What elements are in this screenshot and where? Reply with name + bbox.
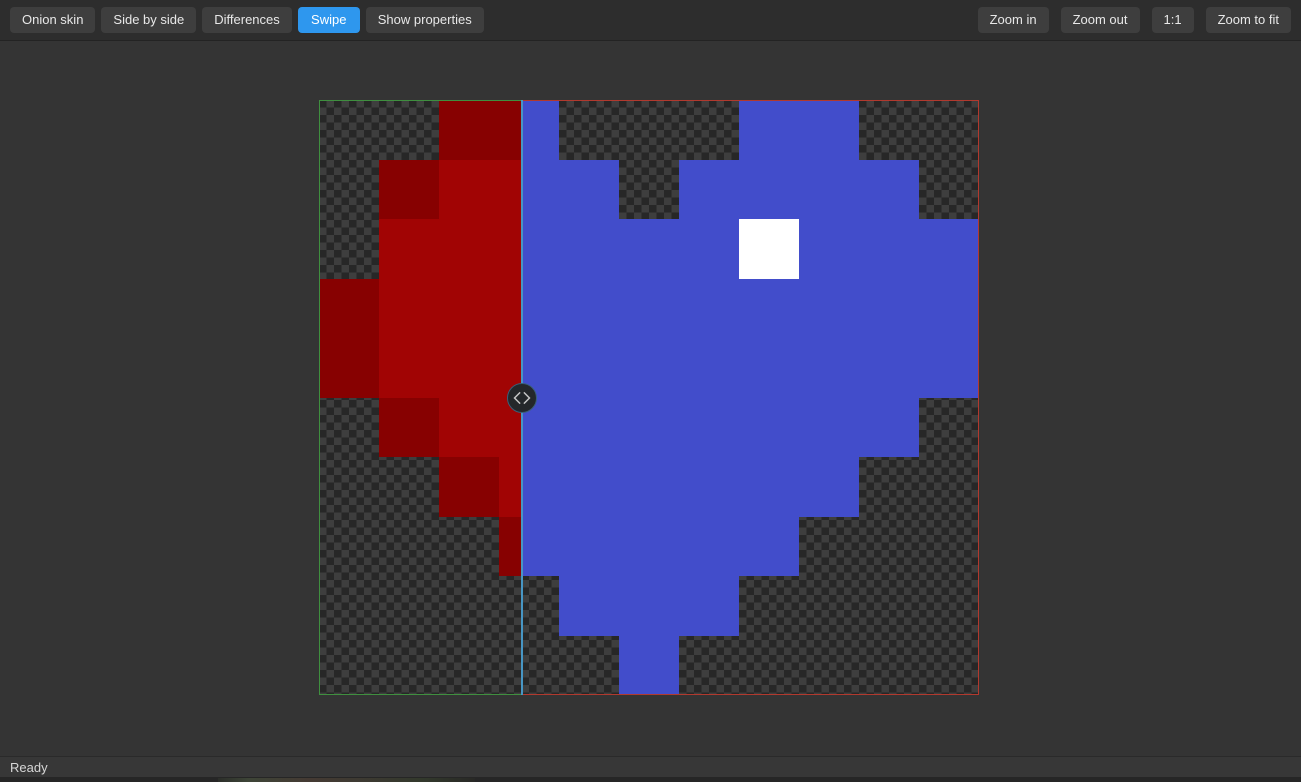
pixel-cell (439, 100, 499, 160)
pixel-cell (919, 338, 979, 398)
pixel-cell (619, 517, 679, 577)
pixel-cell (739, 398, 799, 458)
pixel-cell (559, 160, 619, 220)
pixel-cell (499, 517, 522, 577)
pixel-cell (379, 160, 439, 220)
pixel-cell (439, 457, 499, 517)
pixel-cell (379, 398, 439, 458)
after-image-layer (522, 100, 979, 695)
view-mode-onion-skin[interactable]: Onion skin (10, 7, 95, 33)
button-zoom-out[interactable]: Zoom out (1061, 7, 1140, 33)
statusbar: Ready (0, 756, 1301, 777)
pixel-cell (499, 457, 522, 517)
status-text: Ready (10, 760, 48, 775)
pixel-cell (679, 219, 739, 279)
pixel-cell (859, 160, 919, 220)
pixel-cell (379, 219, 439, 279)
pixel-cell (799, 279, 859, 339)
pixel-cell (619, 338, 679, 398)
pixel-cell (499, 219, 522, 279)
image-diff-view (319, 100, 979, 695)
pixel-cell (619, 279, 679, 339)
pixel-cell (522, 219, 559, 279)
pixel-cell (379, 279, 439, 339)
pixel-cell (319, 338, 379, 398)
before-image-layer (319, 100, 522, 695)
view-mode-swipe[interactable]: Swipe (298, 7, 360, 33)
pixel-cell (559, 457, 619, 517)
pixel-cell (919, 219, 979, 279)
view-mode-show-properties[interactable]: Show properties (366, 7, 484, 33)
pixel-cell (439, 219, 499, 279)
pixel-cell (499, 100, 522, 160)
pixel-cell (679, 457, 739, 517)
button-zoom-in[interactable]: Zoom in (978, 7, 1049, 33)
swipe-chevrons-icon (508, 383, 536, 413)
pixel-cell (619, 636, 679, 696)
pixel-cell (522, 160, 559, 220)
pixel-cell (679, 576, 739, 636)
pixel-cell (679, 279, 739, 339)
pixel-cell (619, 219, 679, 279)
pixel-cell (799, 219, 859, 279)
pixel-cell (559, 219, 619, 279)
bottom-edge-tint (218, 778, 475, 782)
pixel-cell (679, 398, 739, 458)
swipe-handle[interactable] (507, 383, 537, 413)
pixel-cell (522, 457, 559, 517)
pixel-cell (799, 100, 859, 160)
pixel-cell (799, 398, 859, 458)
pixel-cell (739, 219, 799, 279)
pixel-cell (439, 398, 499, 458)
pixel-cell (799, 160, 859, 220)
pixel-cell (859, 219, 919, 279)
view-mode-differences[interactable]: Differences (202, 7, 292, 33)
pixel-cell (799, 457, 859, 517)
pixel-cell (522, 279, 559, 339)
pixel-cell (739, 338, 799, 398)
pixel-cell (559, 279, 619, 339)
pixel-cell (319, 279, 379, 339)
zoom-buttons: Zoom in Zoom out 1:1 Zoom to fit (978, 7, 1291, 33)
pixel-cell (559, 576, 619, 636)
pixel-cell (619, 398, 679, 458)
comparison-canvas (0, 42, 1301, 755)
bottom-edge-strip (0, 777, 1301, 782)
pixel-cell (739, 160, 799, 220)
pixel-cell (499, 160, 522, 220)
pixel-cell (379, 338, 439, 398)
pixel-cell (919, 279, 979, 339)
pixel-cell (439, 160, 499, 220)
pixel-cell (679, 160, 739, 220)
button-zoom-to-fit[interactable]: Zoom to fit (1206, 7, 1291, 33)
pixel-cell (739, 279, 799, 339)
pixel-cell (619, 457, 679, 517)
pixel-cell (679, 517, 739, 577)
pixel-cell (499, 279, 522, 339)
button-1-1[interactable]: 1:1 (1152, 7, 1194, 33)
pixel-cell (739, 517, 799, 577)
pixel-cell (522, 517, 559, 577)
pixel-cell (559, 398, 619, 458)
view-mode-buttons: Onion skinSide by sideDifferencesSwipeSh… (10, 7, 484, 33)
pixel-cell (559, 517, 619, 577)
pixel-cell (439, 338, 499, 398)
pixel-cell (859, 279, 919, 339)
pixel-cell (859, 398, 919, 458)
pixel-cell (739, 100, 799, 160)
pixel-cell (522, 100, 559, 160)
pixel-cell (739, 457, 799, 517)
toolbar: Onion skinSide by sideDifferencesSwipeSh… (0, 0, 1301, 41)
pixel-cell (859, 338, 919, 398)
pixel-cell (679, 338, 739, 398)
pixel-cell (439, 279, 499, 339)
view-mode-side-by-side[interactable]: Side by side (101, 7, 196, 33)
pixel-cell (619, 576, 679, 636)
pixel-cell (799, 338, 859, 398)
pixel-cell (559, 338, 619, 398)
